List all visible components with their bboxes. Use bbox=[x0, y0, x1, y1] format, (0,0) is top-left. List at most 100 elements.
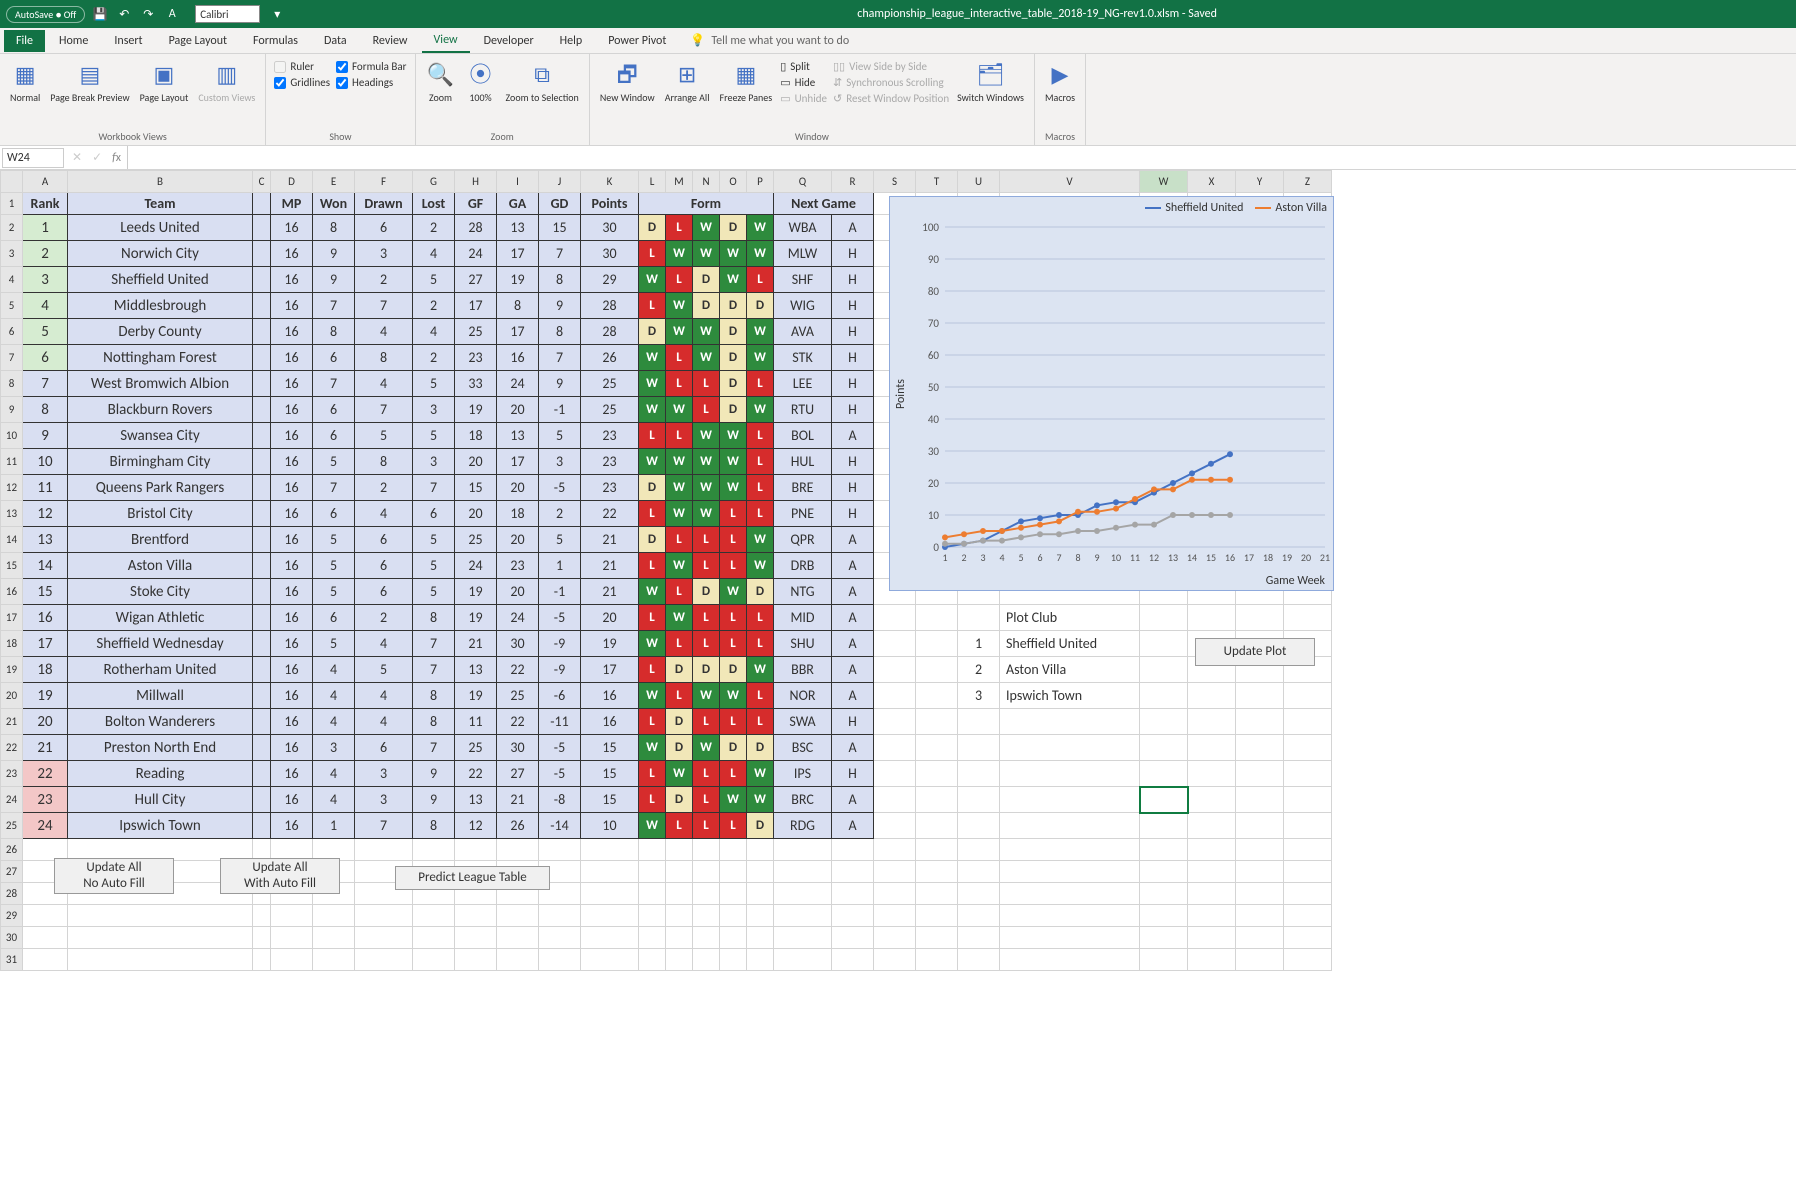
cell-Q9[interactable]: RTU bbox=[774, 397, 832, 423]
cell-J17[interactable]: -5 bbox=[539, 605, 581, 631]
cell-K26[interactable] bbox=[581, 839, 639, 861]
cell-G24[interactable]: 9 bbox=[413, 787, 455, 813]
cell-F2[interactable]: 6 bbox=[355, 215, 413, 241]
cell-P22[interactable]: D bbox=[747, 735, 774, 761]
cell-C10[interactable] bbox=[253, 423, 271, 449]
cell-I13[interactable]: 18 bbox=[497, 501, 539, 527]
cell-A1[interactable]: Rank bbox=[23, 193, 68, 215]
cell-S27[interactable] bbox=[874, 861, 916, 883]
cell-V17[interactable]: Plot Club bbox=[1000, 605, 1140, 631]
cell-S26[interactable] bbox=[874, 839, 916, 861]
cell-Z25[interactable] bbox=[1284, 813, 1332, 839]
cell-K17[interactable]: 20 bbox=[581, 605, 639, 631]
cell-X28[interactable] bbox=[1188, 883, 1236, 905]
cell-M21[interactable]: D bbox=[666, 709, 693, 735]
cell-S23[interactable] bbox=[874, 761, 916, 787]
cell-N27[interactable] bbox=[693, 861, 720, 883]
cell-P14[interactable]: W bbox=[747, 527, 774, 553]
cell-R15[interactable]: A bbox=[832, 553, 874, 579]
normal-view-button[interactable]: ▦Normal bbox=[8, 58, 42, 105]
cell-E5[interactable]: 7 bbox=[313, 293, 355, 319]
cell-S31[interactable] bbox=[874, 949, 916, 971]
spreadsheet-grid[interactable]: ABCDEFGHIJKLMNOPQRSTUVWXYZ1RankTeamMPWon… bbox=[0, 170, 1796, 1199]
cell-O14[interactable]: L bbox=[720, 527, 747, 553]
update-all-with-autofill-button[interactable]: Update AllWith Auto Fill bbox=[220, 858, 340, 894]
cell-K1[interactable]: Points bbox=[581, 193, 639, 215]
cell-E17[interactable]: 6 bbox=[313, 605, 355, 631]
cell-Z30[interactable] bbox=[1284, 927, 1332, 949]
cell-E11[interactable]: 5 bbox=[313, 449, 355, 475]
cell-Z29[interactable] bbox=[1284, 905, 1332, 927]
row-header-22[interactable]: 22 bbox=[1, 735, 23, 761]
cell-P20[interactable]: L bbox=[747, 683, 774, 709]
cell-C14[interactable] bbox=[253, 527, 271, 553]
cell-G25[interactable]: 8 bbox=[413, 813, 455, 839]
cell-N3[interactable]: W bbox=[693, 241, 720, 267]
cell-B20[interactable]: Millwall bbox=[68, 683, 253, 709]
cell-E6[interactable]: 8 bbox=[313, 319, 355, 345]
cell-H2[interactable]: 28 bbox=[455, 215, 497, 241]
cell-P18[interactable]: L bbox=[747, 631, 774, 657]
cell-A4[interactable]: 3 bbox=[23, 267, 68, 293]
cell-O19[interactable]: D bbox=[720, 657, 747, 683]
cell-D21[interactable]: 16 bbox=[271, 709, 313, 735]
cell-F24[interactable]: 3 bbox=[355, 787, 413, 813]
cell-R18[interactable]: A bbox=[832, 631, 874, 657]
cell-G10[interactable]: 5 bbox=[413, 423, 455, 449]
cell-I18[interactable]: 30 bbox=[497, 631, 539, 657]
cell-J11[interactable]: 3 bbox=[539, 449, 581, 475]
headings-checkbox[interactable]: Headings bbox=[336, 76, 406, 89]
cell-X27[interactable] bbox=[1188, 861, 1236, 883]
cell-W21[interactable] bbox=[1140, 709, 1188, 735]
cell-N20[interactable]: W bbox=[693, 683, 720, 709]
col-header-E[interactable]: E bbox=[313, 171, 355, 193]
fx-icon[interactable]: fx bbox=[112, 151, 121, 165]
cell-L23[interactable]: L bbox=[639, 761, 666, 787]
cell-P7[interactable]: W bbox=[747, 345, 774, 371]
cell-R28[interactable] bbox=[832, 883, 874, 905]
cell-A22[interactable]: 21 bbox=[23, 735, 68, 761]
cell-P5[interactable]: D bbox=[747, 293, 774, 319]
cell-B24[interactable]: Hull City bbox=[68, 787, 253, 813]
cell-K2[interactable]: 30 bbox=[581, 215, 639, 241]
cell-N5[interactable]: D bbox=[693, 293, 720, 319]
cell-O10[interactable]: W bbox=[720, 423, 747, 449]
row-header-20[interactable]: 20 bbox=[1, 683, 23, 709]
cell-T28[interactable] bbox=[916, 883, 958, 905]
cell-I17[interactable]: 24 bbox=[497, 605, 539, 631]
cell-D14[interactable]: 16 bbox=[271, 527, 313, 553]
row-header-5[interactable]: 5 bbox=[1, 293, 23, 319]
cell-Q6[interactable]: AVA bbox=[774, 319, 832, 345]
tab-power-pivot[interactable]: Power Pivot bbox=[596, 30, 678, 52]
cell-A2[interactable]: 1 bbox=[23, 215, 68, 241]
cell-H14[interactable]: 25 bbox=[455, 527, 497, 553]
cell-M26[interactable] bbox=[666, 839, 693, 861]
font-color-icon[interactable]: A bbox=[165, 7, 179, 21]
cell-G15[interactable]: 5 bbox=[413, 553, 455, 579]
cell-E8[interactable]: 7 bbox=[313, 371, 355, 397]
cell-R13[interactable]: H bbox=[832, 501, 874, 527]
cell-Y21[interactable] bbox=[1236, 709, 1284, 735]
formula-bar-checkbox[interactable]: Formula Bar bbox=[336, 60, 406, 73]
cell-V30[interactable] bbox=[1000, 927, 1140, 949]
cell-K30[interactable] bbox=[581, 927, 639, 949]
cell-Q24[interactable]: BRC bbox=[774, 787, 832, 813]
cell-L21[interactable]: L bbox=[639, 709, 666, 735]
cell-P17[interactable]: L bbox=[747, 605, 774, 631]
cell-J3[interactable]: 7 bbox=[539, 241, 581, 267]
cell-J14[interactable]: 5 bbox=[539, 527, 581, 553]
cell-J23[interactable]: -5 bbox=[539, 761, 581, 787]
cell-I15[interactable]: 23 bbox=[497, 553, 539, 579]
cell-R14[interactable]: A bbox=[832, 527, 874, 553]
cell-L11[interactable]: W bbox=[639, 449, 666, 475]
cell-W17[interactable] bbox=[1140, 605, 1188, 631]
cell-B21[interactable]: Bolton Wanderers bbox=[68, 709, 253, 735]
cell-R31[interactable] bbox=[832, 949, 874, 971]
cell-W23[interactable] bbox=[1140, 761, 1188, 787]
cell-Q18[interactable]: SHU bbox=[774, 631, 832, 657]
cell-Q22[interactable]: BSC bbox=[774, 735, 832, 761]
cell-K22[interactable]: 15 bbox=[581, 735, 639, 761]
cell-F18[interactable]: 4 bbox=[355, 631, 413, 657]
col-header-B[interactable]: B bbox=[68, 171, 253, 193]
cell-P29[interactable] bbox=[747, 905, 774, 927]
